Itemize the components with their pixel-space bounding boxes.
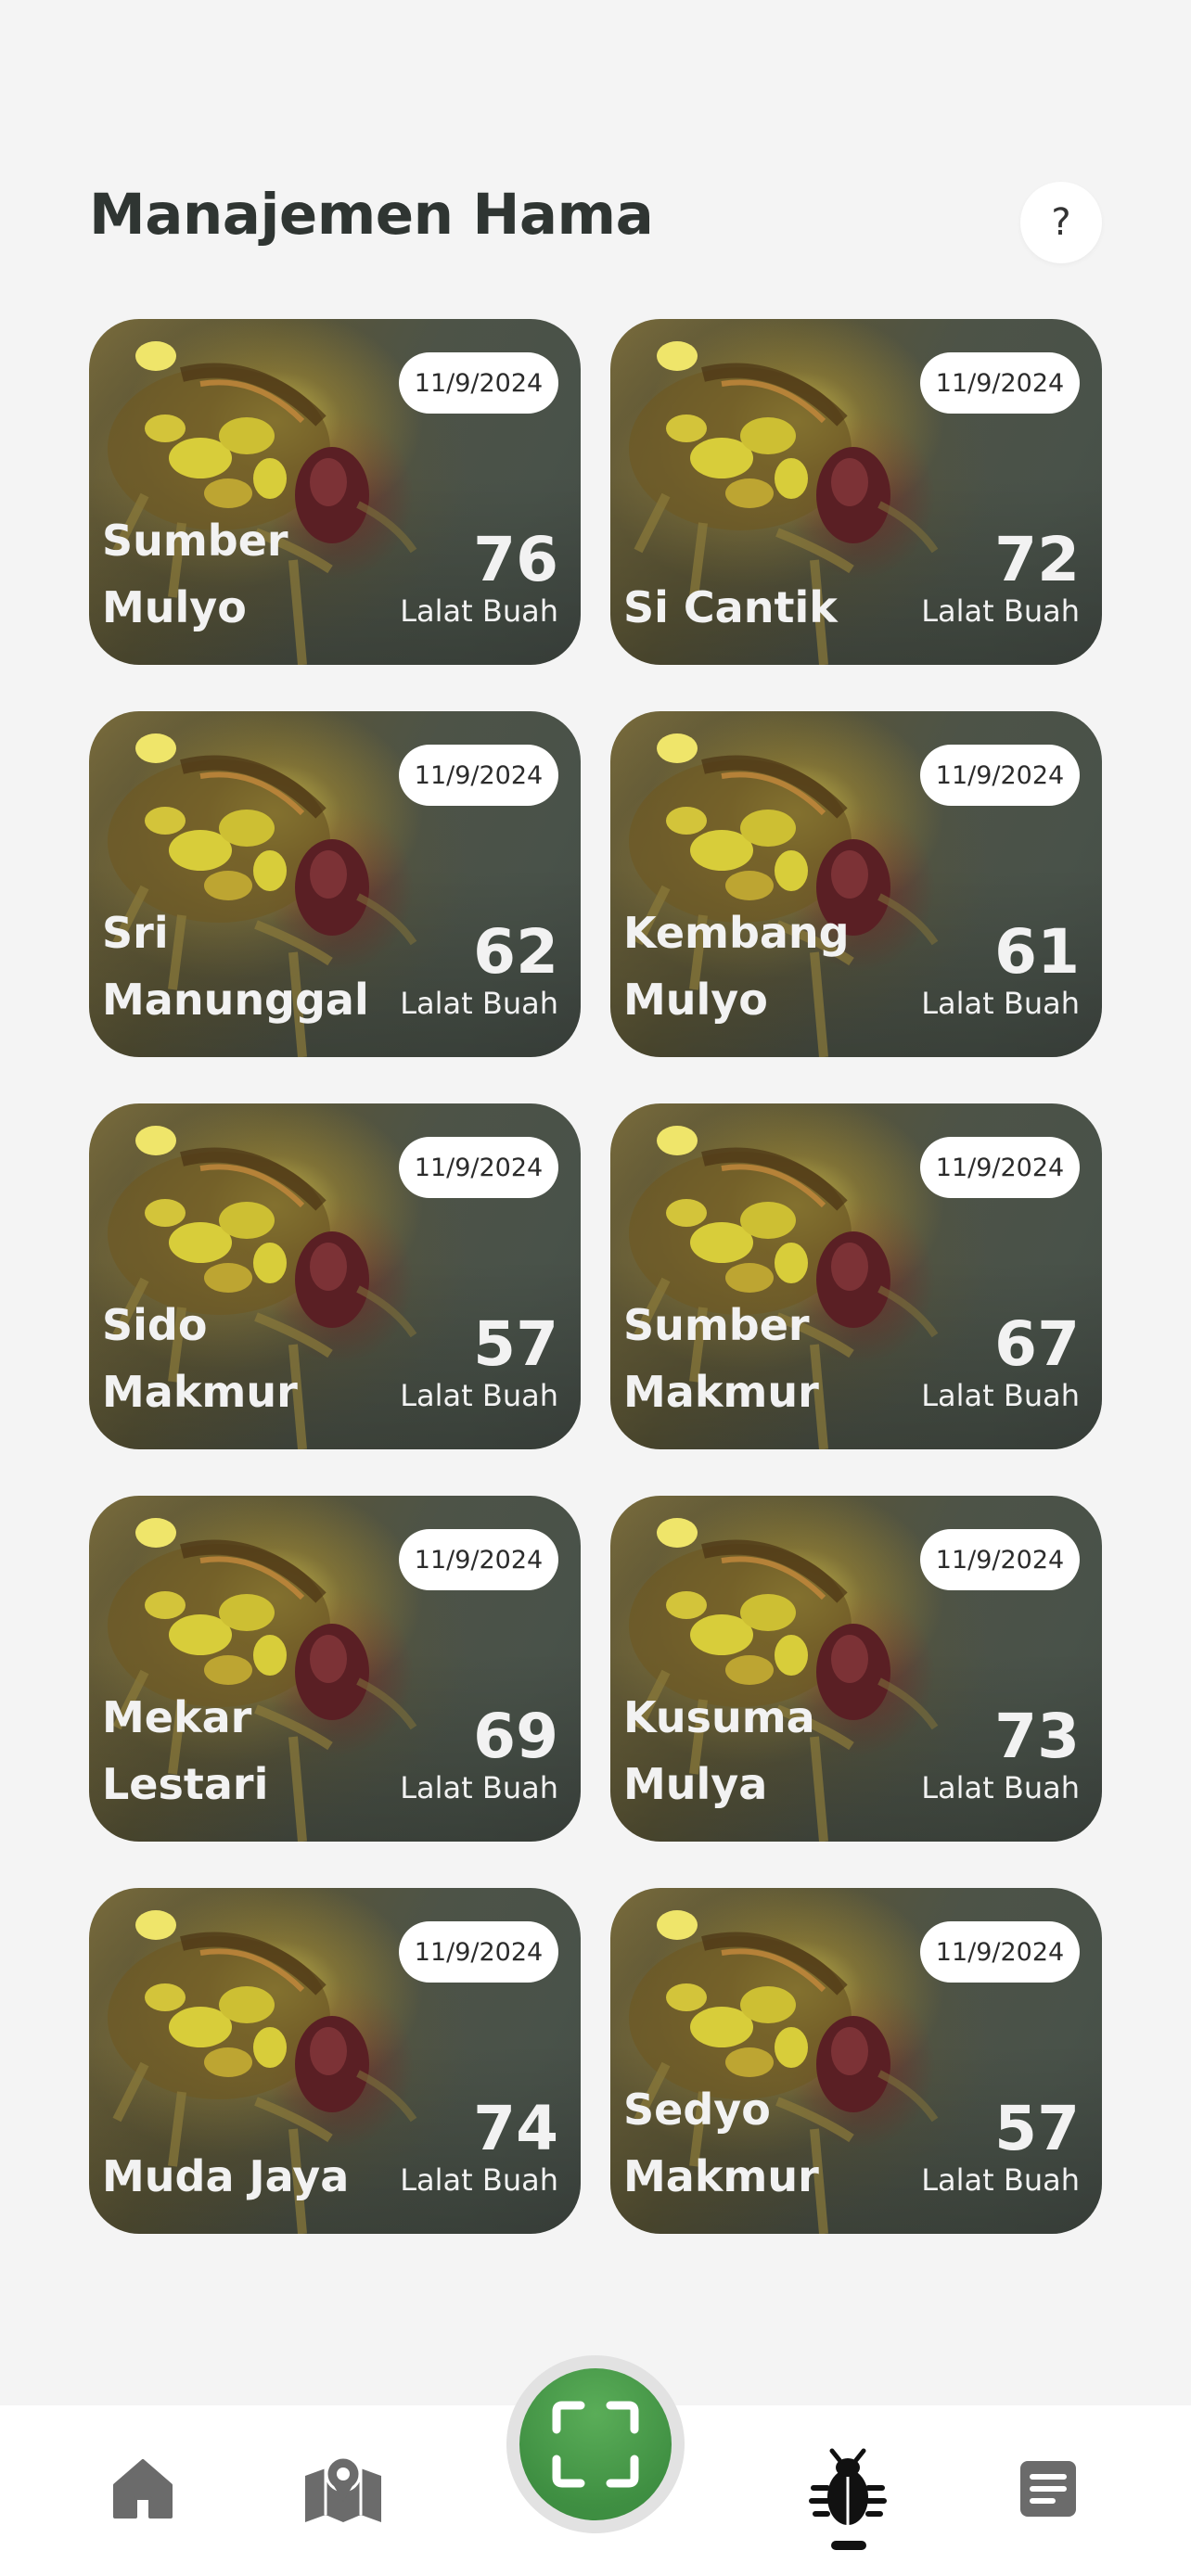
location-name: Si Cantik (623, 582, 838, 632)
pest-count: 72 (994, 524, 1080, 595)
pest-card[interactable]: 11/9/2024 Sri Manunggal 62 Lalat Buah (89, 711, 581, 1057)
date-badge: 11/9/2024 (399, 1137, 558, 1198)
pest-count: 76 (473, 524, 558, 595)
pest-type-label: Lalat Buah (400, 593, 558, 629)
date-badge: 11/9/2024 (399, 1921, 558, 1983)
location-name: Kusuma Mulya (623, 1692, 815, 1809)
pest-count: 74 (473, 2093, 558, 2164)
pest-count: 67 (994, 1308, 1080, 1380)
pest-type-label: Lalat Buah (400, 1378, 558, 1413)
pest-type-label: Lalat Buah (921, 2162, 1080, 2198)
pest-type-label: Lalat Buah (400, 986, 558, 1021)
document-icon (1020, 2461, 1076, 2517)
pest-card[interactable]: 11/9/2024 Sumber Makmur 67 Lalat Buah (610, 1103, 1102, 1449)
pest-card[interactable]: 11/9/2024 Kusuma Mulya 73 Lalat Buah (610, 1496, 1102, 1842)
help-icon: ? (1051, 201, 1071, 244)
pest-card[interactable]: 11/9/2024 Sumber Mulyo 76 Lalat Buah (89, 319, 581, 665)
location-name: Kembang Mulyo (623, 908, 850, 1025)
location-name: Mekar Lestari (102, 1692, 269, 1809)
pest-card[interactable]: 11/9/2024 Muda Jaya 74 Lalat Buah (89, 1888, 581, 2234)
pest-type-label: Lalat Buah (921, 1770, 1080, 1805)
pest-count: 57 (473, 1308, 558, 1380)
location-name: Muda Jaya (102, 2151, 350, 2201)
nav-map[interactable] (297, 2442, 390, 2535)
location-name: Sido Makmur (102, 1300, 298, 1417)
date-badge: 11/9/2024 (920, 745, 1080, 806)
page-title: Manajemen Hama (89, 182, 654, 248)
nav-pest[interactable] (801, 2442, 894, 2535)
pest-card[interactable]: 11/9/2024 Sedyo Makmur 57 Lalat Buah (610, 1888, 1102, 2234)
date-badge: 11/9/2024 (920, 1921, 1080, 1983)
pest-type-label: Lalat Buah (921, 986, 1080, 1021)
pest-count: 61 (994, 916, 1080, 988)
location-name: Sri Manunggal (102, 908, 369, 1025)
scan-icon (552, 2401, 639, 2488)
pest-type-label: Lalat Buah (921, 593, 1080, 629)
nav-reports[interactable] (1002, 2442, 1095, 2535)
active-tab-indicator (831, 2541, 866, 2550)
pest-card[interactable]: 11/9/2024 Si Cantik 72 Lalat Buah (610, 319, 1102, 665)
scan-button[interactable] (519, 2368, 672, 2520)
pest-card[interactable]: 11/9/2024 Kembang Mulyo 61 Lalat Buah (610, 711, 1102, 1057)
date-badge: 11/9/2024 (920, 1529, 1080, 1590)
location-name: Sumber Mulyo (102, 516, 288, 632)
help-button[interactable]: ? (1020, 182, 1102, 263)
pest-type-label: Lalat Buah (400, 1770, 558, 1805)
map-icon (305, 2455, 381, 2522)
nav-home[interactable] (96, 2442, 189, 2535)
date-badge: 11/9/2024 (920, 1137, 1080, 1198)
pest-card[interactable]: 11/9/2024 Mekar Lestari 69 Lalat Buah (89, 1496, 581, 1842)
pest-count: 69 (473, 1701, 558, 1772)
pest-count: 73 (994, 1701, 1080, 1772)
date-badge: 11/9/2024 (399, 352, 558, 414)
date-badge: 11/9/2024 (399, 1529, 558, 1590)
pest-type-label: Lalat Buah (400, 2162, 558, 2198)
page-header: Manajemen Hama ? (89, 182, 1102, 265)
location-name: Sumber Makmur (623, 1300, 819, 1417)
pest-count: 57 (994, 2093, 1080, 2164)
pest-count: 62 (473, 916, 558, 988)
home-icon (113, 2459, 173, 2519)
date-badge: 11/9/2024 (399, 745, 558, 806)
date-badge: 11/9/2024 (920, 352, 1080, 414)
pest-card-grid: 11/9/2024 Sumber Mulyo 76 Lalat Buah 11/9/20… (89, 319, 1102, 2234)
pest-type-label: Lalat Buah (921, 1378, 1080, 1413)
pest-card[interactable]: 11/9/2024 Sido Makmur 57 Lalat Buah (89, 1103, 581, 1449)
bug-icon (809, 2448, 887, 2525)
location-name: Sedyo Makmur (623, 2085, 819, 2201)
